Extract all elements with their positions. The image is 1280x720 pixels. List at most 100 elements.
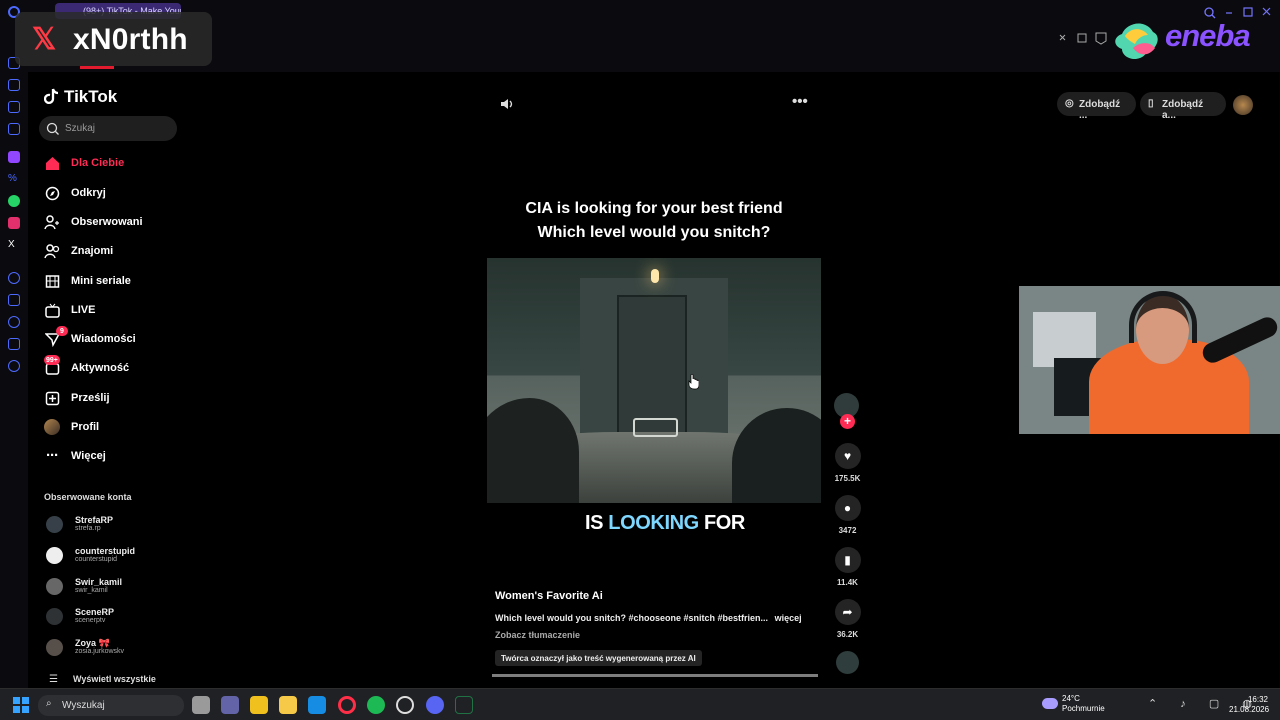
weather[interactable]: 24°C Pochmurnie <box>1062 694 1105 714</box>
share-icon[interactable]: ➦ <box>834 599 861 625</box>
followed-account[interactable]: Swir_kamil swir_kamil <box>44 574 194 600</box>
nav-odkryj[interactable]: Odkryj <box>44 184 106 202</box>
nav-wiecej[interactable]: ··· Więcej <box>44 447 106 465</box>
apps-icon[interactable] <box>8 79 20 91</box>
get-app-button[interactable]: ▯ Zdobądź a... <box>1140 92 1226 121</box>
store-icon[interactable] <box>250 696 268 714</box>
more-options-icon[interactable]: ••• <box>792 93 808 110</box>
twitch-icon[interactable] <box>8 151 20 163</box>
bookmark-icon[interactable]: ▮ <box>834 547 861 573</box>
whatsapp-icon[interactable] <box>8 195 20 207</box>
get-coins-button[interactable]: ◎ Zdobądź ... <box>1057 92 1136 121</box>
activity-badge: 99+ <box>44 355 60 365</box>
discord-icon[interactable] <box>426 696 444 714</box>
followed-account[interactable]: StrefaRP strefa.rp <box>44 512 194 538</box>
opera-icon[interactable] <box>338 696 356 714</box>
save-count: 11.4K <box>837 578 858 587</box>
nav-live[interactable]: LIVE <box>44 301 95 319</box>
video-headline: CIA is looking for your best friend Whic… <box>508 197 800 245</box>
browser-sidebar: % X <box>0 6 28 692</box>
video-chair <box>633 418 678 437</box>
nav-obserwowani[interactable]: Obserwowani <box>44 213 143 231</box>
messenger-icon[interactable] <box>8 123 20 135</box>
translation-link[interactable]: Zobacz tłumaczenie <box>495 630 580 640</box>
follow-creator-button[interactable]: + <box>840 414 855 429</box>
avatar <box>46 516 63 533</box>
windows-taskbar: ⌕ Wyszukaj 24°C Pochmurnie ⌃ ♪ ▢ ◍ 16:32 21… <box>0 688 1280 720</box>
show-all-link[interactable]: Wyświetl wszystkie <box>73 674 156 684</box>
webcam-overlay <box>1019 286 1280 434</box>
taskbar-search[interactable]: ⌕ Wyszukaj <box>38 695 184 716</box>
excel-icon[interactable] <box>455 696 473 714</box>
followed-name: StrefaRP <box>75 515 114 525</box>
pin-icon[interactable] <box>8 294 20 306</box>
app-icon[interactable] <box>396 696 414 714</box>
more-link[interactable]: więcej <box>775 613 802 623</box>
nav-label-dla-ciebie: Dla Ciebie <box>71 157 125 169</box>
headline-line-1: CIA is looking for your best friend <box>525 200 783 217</box>
activity-icon: 99+ <box>44 355 60 376</box>
percent-icon[interactable]: % <box>8 173 20 185</box>
sound-avatar[interactable] <box>836 651 859 674</box>
volume-icon[interactable] <box>500 97 514 111</box>
list-icon: ☰ <box>49 674 58 685</box>
compass-icon <box>44 185 60 201</box>
like-count: 175.5K <box>834 474 861 483</box>
caption-highlight: LOOKING <box>608 512 699 534</box>
clock-icon[interactable] <box>8 316 20 328</box>
description-text: Which level would you snitch? #chooseone… <box>495 613 769 623</box>
caption-prefix: IS <box>585 512 609 534</box>
avatar <box>46 547 63 564</box>
comment-action[interactable]: ● 3472 <box>832 495 863 535</box>
spotify-icon[interactable] <box>367 696 385 714</box>
nav-znajomi[interactable]: Znajomi <box>44 242 113 260</box>
teams-icon[interactable] <box>221 696 239 714</box>
video-person-left <box>487 398 579 503</box>
nav-label-aktywnosc: Aktywność <box>71 362 130 374</box>
nav-label-znajomi: Znajomi <box>71 245 114 257</box>
nav-label-wiadomosci: Wiadomości <box>71 333 136 345</box>
coin-icon: ◎ <box>1065 98 1074 109</box>
following-icon <box>44 214 60 230</box>
save-action[interactable]: ▮ 11.4K <box>832 547 863 587</box>
windows-start-icon[interactable] <box>13 697 29 713</box>
nav-dla-ciebie[interactable]: Dla Ciebie <box>44 154 124 172</box>
followed-name: counterstupid <box>75 546 135 556</box>
mail-icon[interactable] <box>308 696 326 714</box>
task-view-icon[interactable] <box>192 696 210 714</box>
history-icon[interactable] <box>8 272 20 284</box>
nav-profil[interactable]: Profil <box>44 418 99 436</box>
nav-label-przeslij: Prześlij <box>71 392 110 404</box>
get-app-label: Zdobądź a... <box>1162 99 1204 121</box>
folder-icon[interactable] <box>279 696 297 714</box>
followed-account[interactable]: SceneRP scenerptv <box>44 604 194 630</box>
comment-icon[interactable]: ● <box>834 495 861 521</box>
share-action[interactable]: ➦ 36.2K <box>832 599 863 639</box>
video-player[interactable] <box>487 258 821 503</box>
followed-handle: scenerptv <box>75 617 106 624</box>
instagram-icon[interactable] <box>8 217 20 229</box>
video-progress-bar[interactable] <box>492 674 818 677</box>
heart-icon[interactable]: ♥ <box>834 443 861 469</box>
search-placeholder: Szukaj <box>65 123 96 134</box>
headline-line-2: Which level would you snitch? <box>537 224 771 241</box>
tiktok-search[interactable]: Szukaj <box>39 116 177 141</box>
nav-przeslij[interactable]: Prześlij <box>44 389 110 407</box>
nav-mini-seriale[interactable]: Mini seriale <box>44 272 131 290</box>
settings-icon[interactable] <box>8 360 20 372</box>
x-icon[interactable]: X <box>8 239 20 251</box>
tiktok-logo[interactable]: TikTok <box>44 86 117 108</box>
followed-account[interactable]: counterstupid counterstupid <box>44 543 194 569</box>
user-avatar[interactable] <box>1233 95 1253 115</box>
followed-account[interactable]: Zoya 🎀 zosia.jurkowskv <box>44 635 194 661</box>
followed-handle: zosia.jurkowskv <box>75 648 125 655</box>
film-icon <box>44 273 60 289</box>
nav-wiadomosci[interactable]: 9 Wiadomości <box>44 326 136 348</box>
nav-aktywnosc[interactable]: 99+ Aktywność <box>44 355 130 377</box>
taskbar-clock[interactable]: 16:32 21.08.2026 <box>1229 695 1269 715</box>
followed-accounts-title: Obserwowane konta <box>44 492 132 502</box>
video-author[interactable]: Women's Favorite Ai <box>495 590 603 602</box>
extensions-icon[interactable] <box>8 338 20 350</box>
like-action[interactable]: ♥ 175.5K <box>832 443 863 483</box>
mail-icon[interactable] <box>8 101 20 113</box>
